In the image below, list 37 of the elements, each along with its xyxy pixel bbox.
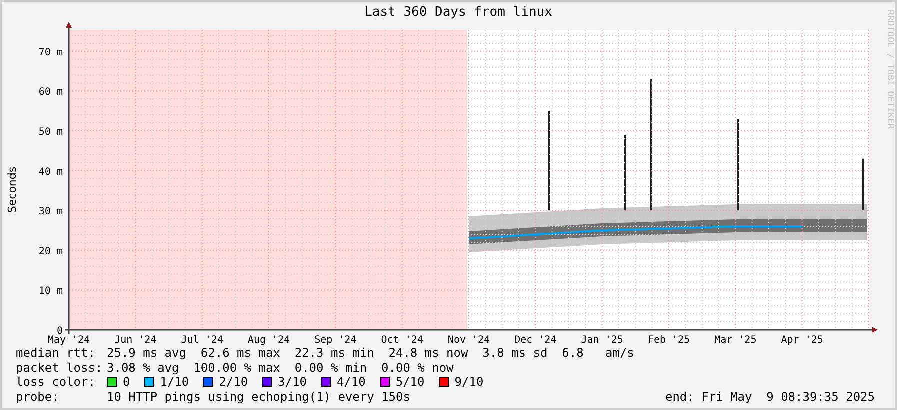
end-time: end: Fri May 9 08:39:35 2025 bbox=[665, 390, 875, 404]
axis-title: Seconds bbox=[6, 166, 19, 214]
x-tick-label: Feb '25 bbox=[648, 335, 690, 346]
y-tick-label: 0 bbox=[56, 326, 63, 337]
legend-value: 5/10 bbox=[396, 375, 425, 390]
legend-value: 9/10 bbox=[454, 375, 484, 390]
y-tick-label: 70 m bbox=[38, 47, 63, 58]
x-tick-label: May '24 bbox=[48, 335, 90, 346]
legend-label: probe: bbox=[16, 390, 60, 404]
chart-title: Last 360 Days from linux bbox=[364, 4, 552, 22]
x-tick-label: Mar '25 bbox=[714, 335, 757, 346]
legend-value: 25.9 ms avg 62.6 ms max 22.3 ms min 24.8 ms now 3.8 ms sd 6.8 am/s bbox=[107, 346, 634, 360]
y-tick-label: 40 m bbox=[38, 166, 63, 178]
x-tick-label: Oct '24 bbox=[381, 335, 424, 346]
x-tick-label: Nov '24 bbox=[448, 335, 490, 346]
x-tick-label: Dec '24 bbox=[514, 335, 557, 346]
x-tick-label: Aug '24 bbox=[248, 335, 290, 346]
x-tick-label: Sep '24 bbox=[314, 335, 357, 346]
x-tick-label: Jun '24 bbox=[114, 335, 157, 346]
legend-label: median rtt: bbox=[16, 346, 96, 360]
x-tick-label: Jul '24 bbox=[181, 335, 224, 346]
y-tick-label: 60 m bbox=[38, 87, 63, 98]
legend-value: 1/10 bbox=[160, 375, 190, 390]
legend-value: 3.08 % avg 100.00 % max 0.00 % min 0.00 % now bbox=[107, 360, 454, 375]
legend-value: 3/10 bbox=[278, 375, 307, 390]
legend-value: 2/10 bbox=[219, 375, 248, 390]
legend-label: packet loss: bbox=[16, 360, 104, 375]
y-tick-label: 50 m bbox=[38, 127, 63, 138]
x-tick-label: Jan '25 bbox=[581, 335, 624, 346]
legend-value: 4/10 bbox=[336, 375, 366, 390]
legend-value: 10 HTTP pings using echoping(1) every 150s bbox=[107, 390, 410, 404]
y-tick-label: 10 m bbox=[38, 286, 63, 298]
y-tick-label: 20 m bbox=[38, 246, 63, 258]
x-tick-label: Apr '25 bbox=[781, 335, 824, 346]
y-tick-label: 30 m bbox=[38, 206, 63, 218]
legend-value: 0 bbox=[123, 375, 130, 390]
legend-label: loss color: bbox=[16, 375, 96, 390]
